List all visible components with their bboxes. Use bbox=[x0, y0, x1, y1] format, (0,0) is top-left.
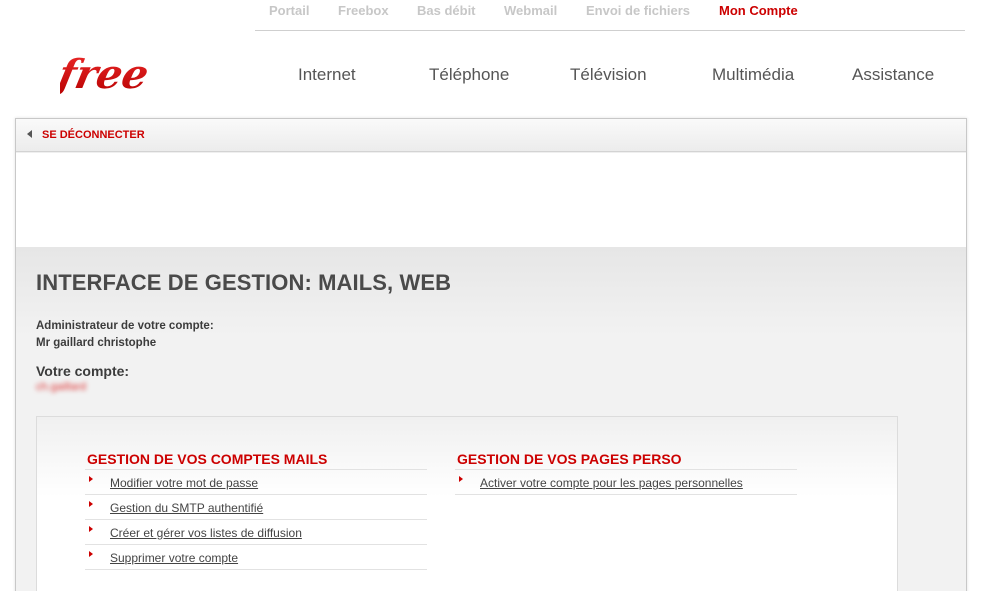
portal-link-mon-compte[interactable]: Mon Compte bbox=[719, 3, 798, 18]
account-value: ch.gaillard bbox=[36, 381, 87, 393]
panel-blank-area bbox=[16, 153, 966, 247]
management-box: GESTION DE VOS COMPTES MAILS Modifier vo… bbox=[36, 416, 898, 591]
triangle-bullet-icon bbox=[89, 551, 93, 557]
mails-section-title: GESTION DE VOS COMPTES MAILS bbox=[87, 451, 328, 467]
list-item: Créer et gérer vos listes de diffusion bbox=[85, 520, 427, 545]
free-logo-graphic: free bbox=[51, 50, 153, 97]
activate-pages-perso-link[interactable]: Activer votre compte pour les pages pers… bbox=[480, 476, 743, 490]
pages-perso-section-title: GESTION DE VOS PAGES PERSO bbox=[457, 451, 682, 467]
smtp-auth-link[interactable]: Gestion du SMTP authentifié bbox=[110, 501, 263, 515]
nav-internet[interactable]: Internet bbox=[298, 65, 356, 85]
portal-link-portail[interactable]: Portail bbox=[269, 3, 309, 18]
nav-multimedia[interactable]: Multimédia bbox=[712, 65, 794, 85]
nav-television[interactable]: Télévision bbox=[570, 65, 647, 85]
nav-assistance[interactable]: Assistance bbox=[852, 65, 934, 85]
list-item: Gestion du SMTP authentifié bbox=[85, 495, 427, 520]
mails-link-list: Modifier votre mot de passe Gestion du S… bbox=[85, 469, 427, 570]
mailing-lists-link[interactable]: Créer et gérer vos listes de diffusion bbox=[110, 526, 302, 540]
admin-label: Administrateur de votre compte: bbox=[36, 320, 214, 332]
portal-link-freebox[interactable]: Freebox bbox=[338, 3, 389, 18]
page-title: INTERFACE DE GESTION: MAILS, WEB bbox=[36, 270, 452, 295]
account-panel: SE DÉCONNECTER INTERFACE DE GESTION: MAI… bbox=[15, 118, 967, 591]
portal-nav: Portail Freebox Bas débit Webmail Envoi … bbox=[255, 0, 965, 31]
triangle-bullet-icon bbox=[89, 501, 93, 507]
portal-link-envoi-fichiers[interactable]: Envoi de fichiers bbox=[586, 3, 690, 18]
change-password-link[interactable]: Modifier votre mot de passe bbox=[110, 476, 258, 490]
triangle-bullet-icon bbox=[89, 526, 93, 532]
delete-account-link[interactable]: Supprimer votre compte bbox=[110, 551, 238, 565]
list-item: Supprimer votre compte bbox=[85, 545, 427, 570]
logout-label: SE DÉCONNECTER bbox=[42, 129, 145, 141]
list-item: Activer votre compte pour les pages pers… bbox=[455, 470, 797, 495]
logout-button[interactable]: SE DÉCONNECTER bbox=[27, 129, 145, 141]
pages-perso-link-list: Activer votre compte pour les pages pers… bbox=[455, 469, 797, 495]
account-label: Votre compte: bbox=[36, 363, 130, 379]
list-item: Modifier votre mot de passe bbox=[85, 470, 427, 495]
triangle-bullet-icon bbox=[459, 476, 463, 482]
nav-telephone[interactable]: Téléphone bbox=[429, 65, 509, 85]
portal-link-webmail[interactable]: Webmail bbox=[504, 3, 557, 18]
triangle-bullet-icon bbox=[89, 476, 93, 482]
admin-name: Mr gaillard christophe bbox=[36, 337, 157, 349]
arrow-left-icon bbox=[27, 130, 32, 138]
panel-body: INTERFACE DE GESTION: MAILS, WEB Adminis… bbox=[16, 247, 966, 591]
portal-link-bas-debit[interactable]: Bas débit bbox=[417, 3, 476, 18]
free-logo-text: free bbox=[60, 50, 153, 97]
free-logo[interactable]: free bbox=[51, 50, 186, 102]
panel-toolbar: SE DÉCONNECTER bbox=[16, 119, 966, 152]
